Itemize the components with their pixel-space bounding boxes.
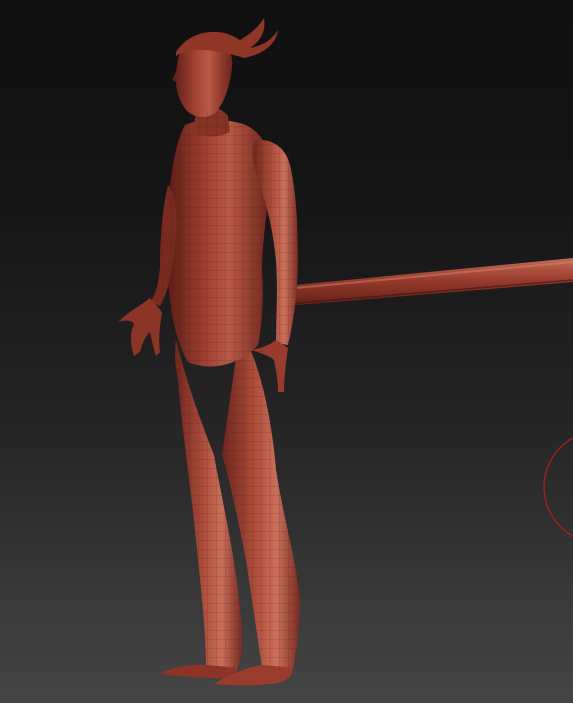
sculpt-scene (118, 18, 573, 686)
brush-cursor-icon (543, 437, 573, 537)
zbrush-canvas-viewport[interactable] (0, 0, 573, 703)
rod-mesh (284, 258, 573, 306)
polyframe-wireframe-overlay (159, 111, 300, 672)
